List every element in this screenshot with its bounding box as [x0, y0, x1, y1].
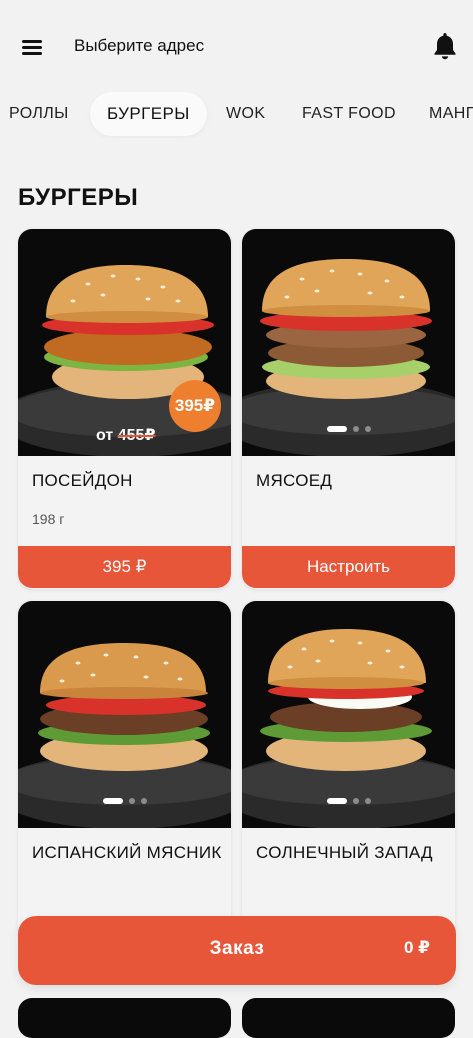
top-bar: Выберите адрес [0, 0, 473, 92]
product-card-sunny-west[interactable]: СОЛНЕЧНЫЙ ЗАПАД [242, 601, 455, 941]
product-weight: 198 г [32, 511, 65, 527]
bell-icon[interactable] [430, 30, 460, 62]
category-tabs: РОЛЛЫ БУРГЕРЫ WOK FAST FOOD МАНГ [0, 92, 473, 138]
product-card-poseidon[interactable]: 395₽ от 455₽ ПОСЕЙДОН 198 г 395 ₽ [18, 229, 231, 589]
product-card-spanish-butcher[interactable]: ИСПАНСКИЙ МЯСНИК [18, 601, 231, 941]
address-selector[interactable]: Выберите адрес [74, 36, 204, 56]
hamburger-menu-icon[interactable] [20, 36, 46, 58]
burger-image [18, 601, 231, 828]
customize-button[interactable]: Настроить [242, 546, 455, 588]
product-card-next[interactable] [18, 998, 231, 1038]
order-label: Заказ [209, 938, 265, 959]
old-price-prefix: от [96, 427, 114, 444]
burger-image [242, 229, 455, 456]
burger-image: 395₽ от 455₽ [18, 229, 231, 456]
product-name: СОЛНЕЧНЫЙ ЗАПАД [256, 843, 433, 862]
order-button[interactable]: Заказ 0 ₽ [18, 916, 456, 985]
old-price: от 455₽ [96, 425, 156, 445]
add-to-cart-button[interactable]: 395 ₽ [18, 546, 231, 588]
product-name: ПОСЕЙДОН [32, 471, 133, 490]
tab-fast-food[interactable]: FAST FOOD [302, 92, 396, 136]
tab-wok[interactable]: WOK [226, 92, 265, 136]
product-name: ИСПАНСКИЙ МЯСНИК [32, 843, 222, 862]
product-card-myasoed[interactable]: МЯСОЕД Настроить [242, 229, 455, 589]
tab-rolls[interactable]: РОЛЛЫ [9, 92, 69, 136]
old-price-value: 455₽ [117, 427, 156, 444]
order-total: 0 ₽ [403, 938, 430, 957]
gallery-dots[interactable] [242, 798, 455, 804]
burger-image [242, 601, 455, 828]
product-name: МЯСОЕД [256, 471, 333, 490]
price-badge: 395₽ [169, 380, 221, 432]
product-card-next[interactable] [242, 998, 455, 1038]
gallery-dots[interactable] [18, 798, 231, 804]
gallery-dots[interactable] [242, 426, 455, 432]
tab-mang[interactable]: МАНГ [429, 92, 473, 136]
section-title: БУРГЕРЫ [18, 184, 139, 211]
tab-burgers[interactable]: БУРГЕРЫ [90, 92, 207, 136]
